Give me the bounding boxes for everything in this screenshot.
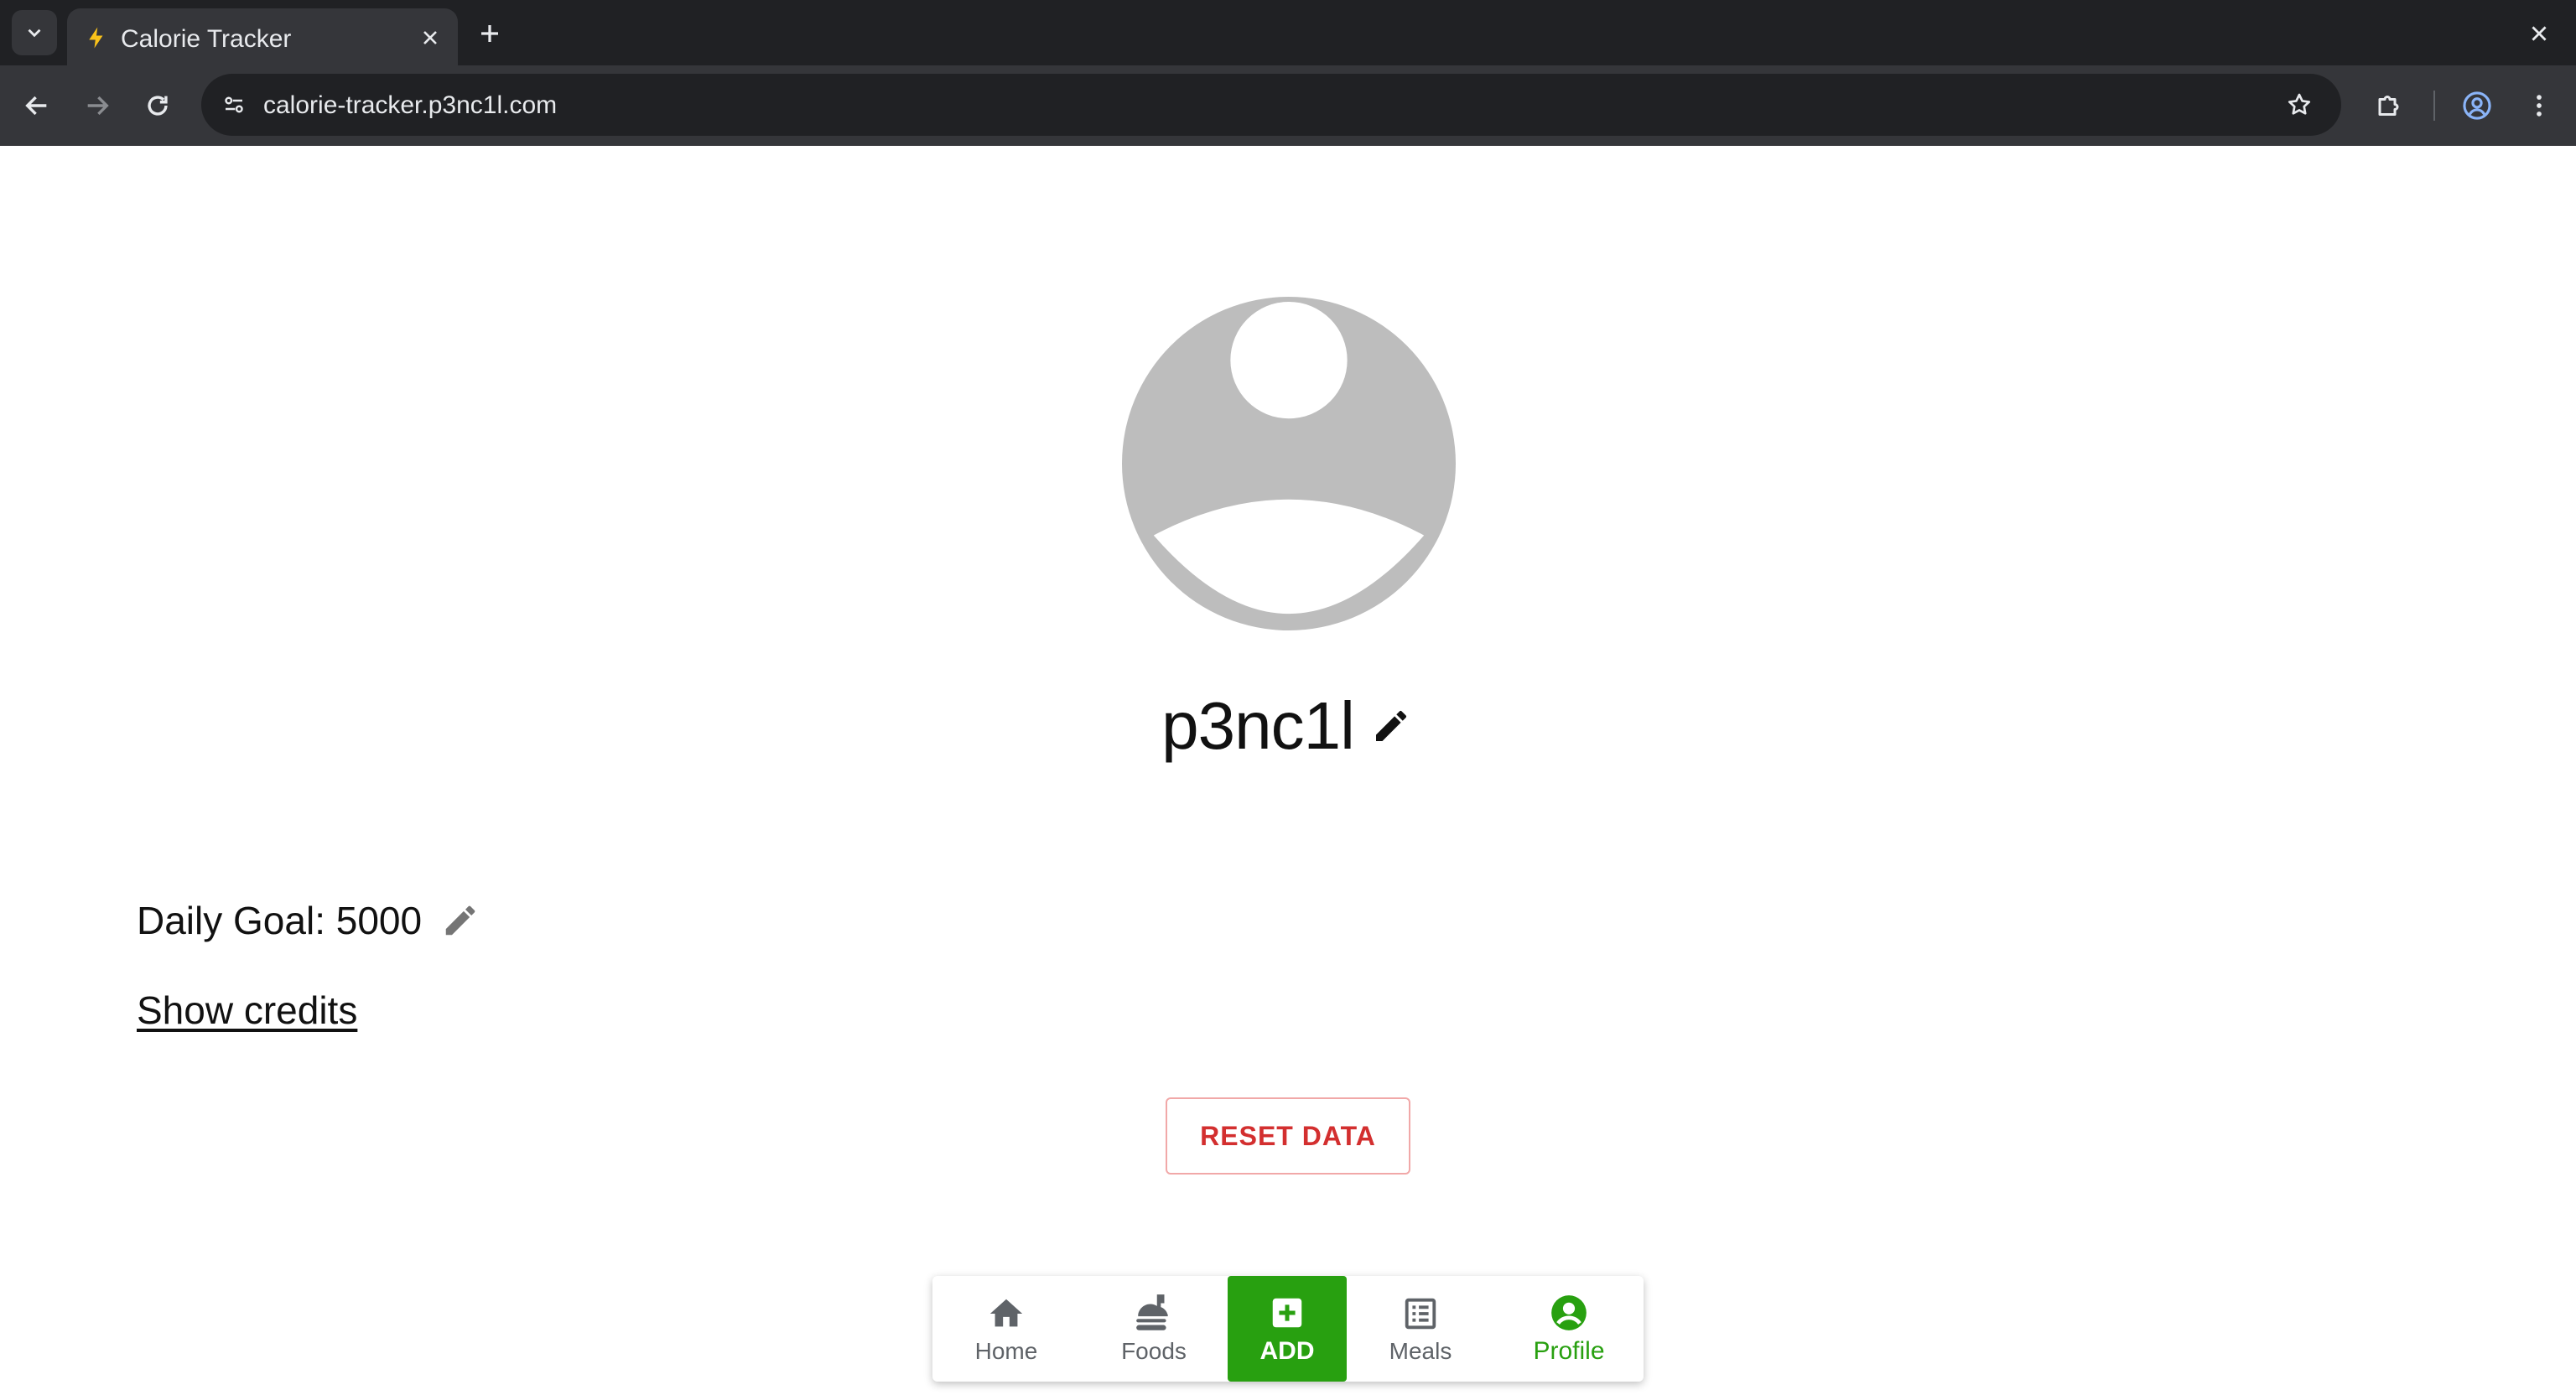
close-icon [423, 31, 437, 44]
username: p3nc1l [1161, 688, 1355, 763]
daily-goal-label: Daily Goal: 5000 [137, 899, 423, 942]
avatar [1122, 297, 1456, 630]
account-circle-icon [2463, 91, 2491, 120]
edit-username-button[interactable] [1368, 703, 1415, 749]
arrow-right-icon [87, 96, 109, 116]
add-box-icon [1266, 1292, 1308, 1334]
bookmark-button[interactable] [2281, 86, 2318, 123]
back-button[interactable] [18, 87, 55, 124]
url-text: calorie-tracker.p3nc1l.com [263, 91, 558, 119]
reset-data-button[interactable]: RESET DATA [1166, 1097, 1410, 1175]
bottom-navigation: Home Foods ADD Meals Profile [932, 1276, 1644, 1382]
nav-home[interactable]: Home [932, 1276, 1080, 1382]
browser-tab-bar: Calorie Tracker [0, 0, 2576, 65]
list-icon [1400, 1293, 1441, 1335]
nav-foods[interactable]: Foods [1080, 1276, 1228, 1382]
more-vert-icon [2537, 95, 2542, 117]
show-credits-link[interactable]: Show credits [137, 988, 357, 1033]
nav-label: Home [974, 1338, 1038, 1364]
browser-toolbar: calorie-tracker.p3nc1l.com [0, 65, 2576, 146]
browser-tab-active[interactable]: Calorie Tracker [67, 8, 458, 65]
close-icon [2532, 26, 2547, 41]
tab-search-button[interactable] [12, 10, 57, 55]
reload-button[interactable] [139, 87, 176, 124]
new-tab-button[interactable] [473, 17, 506, 50]
site-info-button[interactable] [216, 87, 252, 122]
nav-label: Profile [1533, 1337, 1605, 1365]
toolbar-divider [2433, 91, 2435, 121]
puzzle-icon [2378, 96, 2399, 116]
nav-label: Meals [1389, 1338, 1452, 1364]
extensions-button[interactable] [2370, 86, 2410, 126]
pencil-icon [445, 905, 475, 936]
tune-icon [225, 96, 243, 113]
home-icon [985, 1293, 1027, 1335]
food-icon [1133, 1293, 1175, 1335]
nav-label: ADD [1259, 1337, 1315, 1365]
nav-meals[interactable]: Meals [1347, 1276, 1494, 1382]
profile-button[interactable] [2457, 86, 2497, 126]
edit-goal-button[interactable] [439, 899, 482, 942]
nav-profile[interactable]: Profile [1494, 1276, 1644, 1382]
star-icon [2288, 93, 2311, 115]
chrome-menu-button[interactable] [2519, 86, 2559, 126]
plus-icon [481, 25, 498, 42]
lightning-icon [89, 27, 103, 49]
chevron-down-icon [28, 29, 41, 38]
reload-icon [148, 96, 168, 116]
forward-button[interactable] [79, 87, 116, 124]
nav-add[interactable]: ADD [1228, 1276, 1347, 1382]
daily-goal-row: Daily Goal: 5000 [137, 894, 482, 947]
account-circle-icon [1548, 1292, 1590, 1334]
tab-title: Calorie Tracker [121, 25, 292, 53]
arrow-left-icon [25, 96, 47, 116]
nav-label: Foods [1121, 1338, 1187, 1364]
tab-close-button[interactable] [416, 23, 444, 52]
window-close-button[interactable] [2522, 17, 2556, 50]
username-row: p3nc1l [0, 687, 2576, 765]
address-bar[interactable]: calorie-tracker.p3nc1l.com [201, 74, 2341, 136]
pencil-icon [1375, 710, 1406, 741]
